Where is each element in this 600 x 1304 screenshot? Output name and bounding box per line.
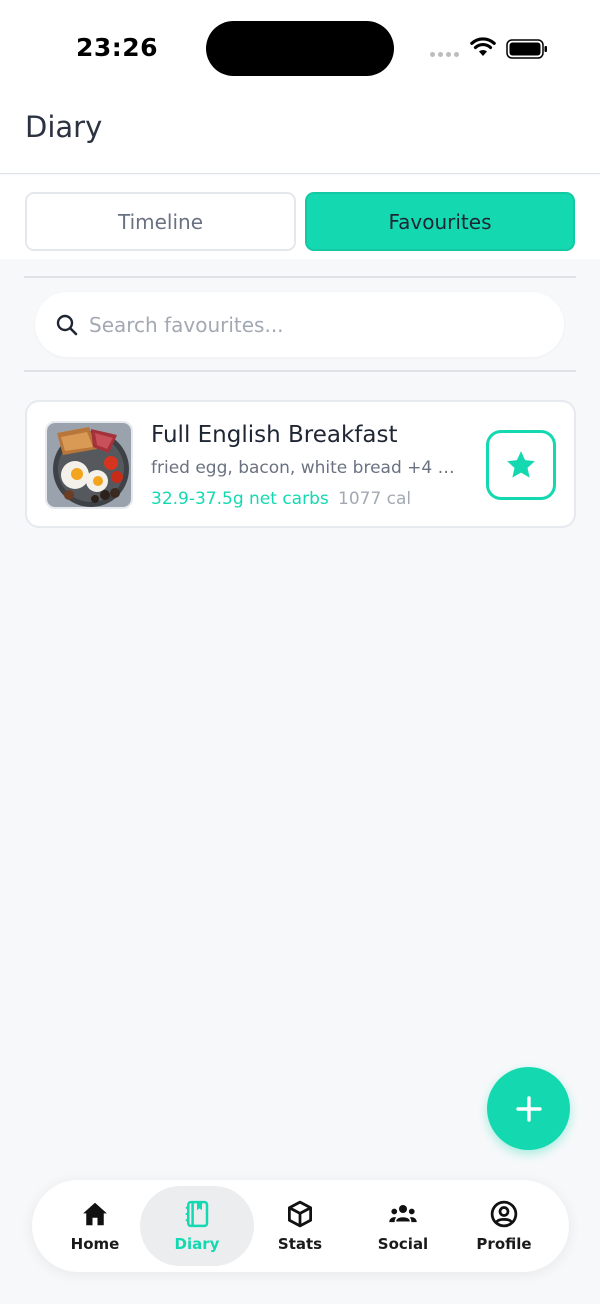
- cube-icon: [288, 1200, 312, 1228]
- status-time: 23:26: [76, 33, 159, 62]
- nav-label-diary: Diary: [174, 1235, 220, 1253]
- tab-favourites-label: Favourites: [388, 209, 492, 234]
- nav-item-profile[interactable]: Profile: [454, 1186, 554, 1266]
- users-icon: [389, 1205, 417, 1223]
- tab-timeline[interactable]: Timeline: [25, 192, 296, 251]
- diary-icon: [185, 1200, 209, 1228]
- profile-icon: [490, 1200, 518, 1228]
- food-name: Full English Breakfast: [151, 422, 398, 448]
- food-calories: 1077 cal: [338, 489, 412, 509]
- nav-item-home[interactable]: Home: [45, 1186, 145, 1266]
- nav-label-profile: Profile: [476, 1235, 532, 1253]
- battery-icon: [506, 39, 547, 59]
- tab-favourites[interactable]: Favourites: [305, 192, 575, 251]
- add-entry-button[interactable]: [487, 1067, 570, 1150]
- page-header: Diary: [0, 96, 600, 174]
- star-icon: [507, 451, 535, 478]
- nav-item-stats[interactable]: Stats: [250, 1186, 350, 1266]
- search-input[interactable]: [89, 292, 529, 357]
- nav-label-social: Social: [377, 1235, 429, 1253]
- tab-timeline-label: Timeline: [117, 209, 204, 234]
- nav-label-home: Home: [70, 1235, 120, 1253]
- status-bar: 23:26: [0, 0, 600, 96]
- search-section: [24, 276, 576, 372]
- food-net-carbs: 32.9-37.5g net carbs: [151, 489, 329, 509]
- plus-icon: [515, 1095, 542, 1122]
- unfavourite-button[interactable]: [486, 430, 556, 500]
- tab-bar: Timeline Favourites: [0, 175, 600, 259]
- nav-item-social[interactable]: Social: [353, 1186, 453, 1266]
- page-title: Diary: [25, 110, 103, 144]
- search-box[interactable]: [35, 292, 564, 357]
- home-icon: [83, 1202, 107, 1226]
- wifi-icon: [470, 37, 496, 56]
- favourite-food-card[interactable]: Full English Breakfast fried egg, bacon,…: [25, 400, 576, 528]
- search-icon: [56, 314, 78, 336]
- dynamic-island: [206, 21, 394, 76]
- cellular-signal-icon: [430, 52, 462, 58]
- nav-label-stats: Stats: [277, 1235, 323, 1253]
- food-thumbnail-image: [45, 421, 133, 509]
- food-ingredients: fried egg, bacon, white bread +4 more: [151, 458, 469, 478]
- bottom-navigation: Home Diary Stats Social Profile: [32, 1180, 569, 1272]
- nav-item-diary[interactable]: Diary: [140, 1186, 254, 1266]
